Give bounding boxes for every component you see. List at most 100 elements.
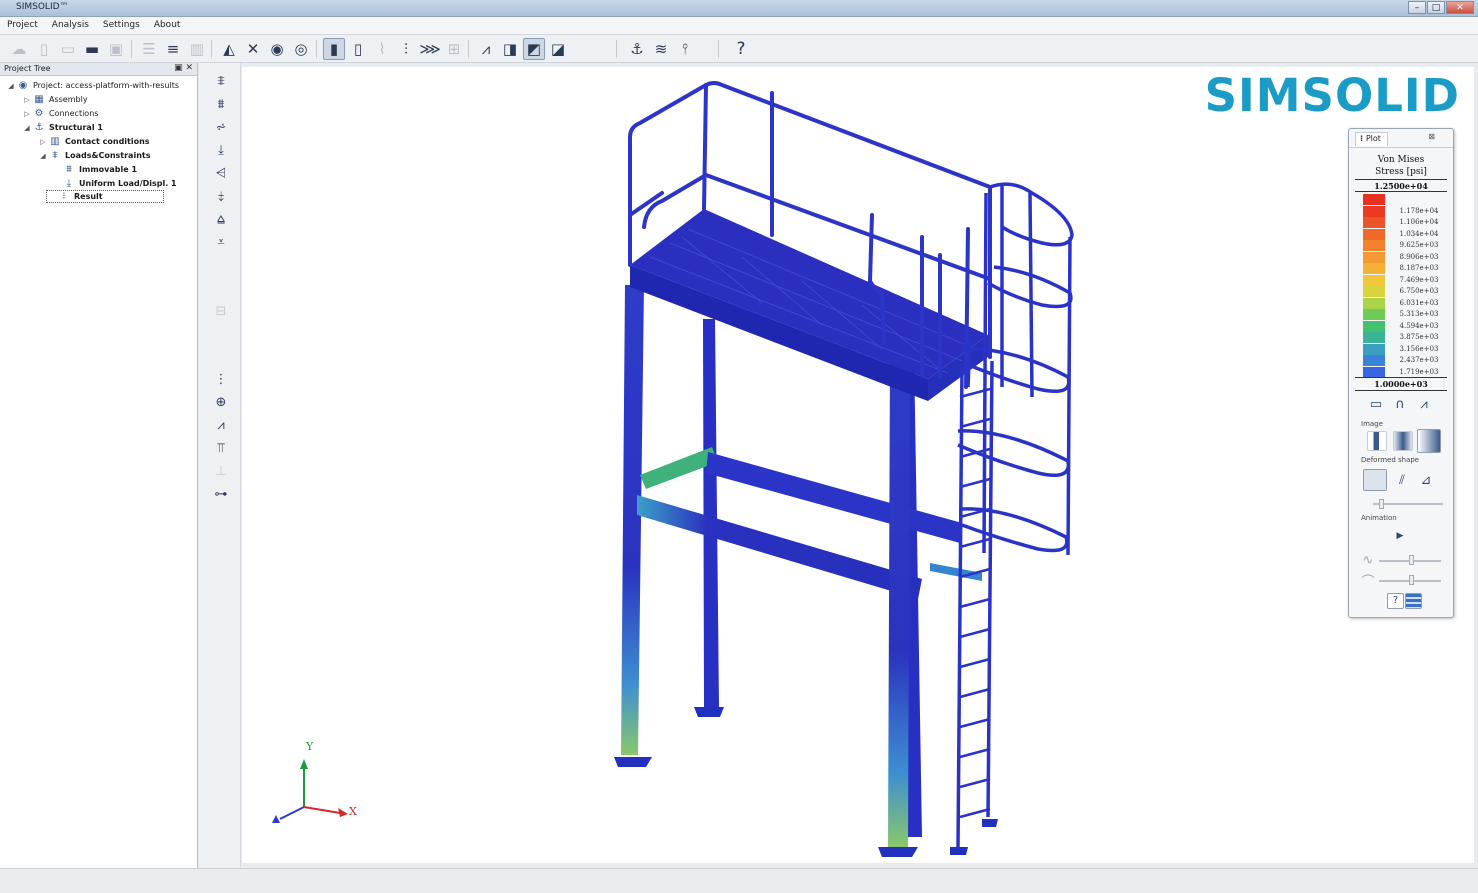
- spring-icon[interactable]: ⌇: [371, 38, 393, 60]
- legend-value-label: 9.625e+03: [1399, 241, 1439, 249]
- expander-icon[interactable]: ▷: [22, 96, 32, 104]
- banded-image-icon[interactable]: [1393, 431, 1413, 451]
- probe-icon[interactable]: ⊕: [211, 392, 231, 412]
- expander-icon[interactable]: ◢: [38, 152, 48, 160]
- section-edit-icon[interactable]: ◪: [547, 38, 569, 60]
- gravity-icon[interactable]: ⤈: [211, 186, 231, 206]
- anchor-icon[interactable]: ⚓: [626, 38, 648, 60]
- hide-icon[interactable]: ✕: [242, 38, 264, 60]
- project-tree-header: Project Tree ▣ ✕: [0, 63, 197, 76]
- bolt-icon[interactable]: ⊞: [443, 38, 465, 60]
- undeformed-shape-icon[interactable]: [1363, 469, 1387, 491]
- plot-settings-button[interactable]: [1405, 593, 1422, 609]
- result-type-title[interactable]: Von Mises Stress [psi]: [1355, 154, 1447, 178]
- connections-icon: ⚙: [34, 108, 44, 119]
- mesh-view-icon[interactable]: ▮: [323, 38, 345, 60]
- smooth-image-icon[interactable]: [1367, 431, 1387, 451]
- list-lines-icon[interactable]: ≡: [162, 38, 184, 60]
- force-icon[interactable]: ⤓: [211, 140, 231, 160]
- spring-support-icon[interactable]: ⩨: [211, 71, 231, 91]
- deformation-scale-thumb[interactable]: [1379, 499, 1384, 509]
- tree-item[interactable]: ◢ ⩨ Loads&Constraints: [38, 149, 150, 162]
- measure-icon[interactable]: ⩘: [475, 38, 497, 60]
- help-button[interactable]: ?: [730, 38, 752, 60]
- loads-icon: ⩨: [52, 150, 58, 161]
- ruler-icon[interactable]: ▭: [1367, 395, 1385, 413]
- magnet-icon[interactable]: ∩: [1391, 395, 1409, 413]
- open-folder-icon[interactable]: ▬: [81, 38, 103, 60]
- legend-max-value[interactable]: 1.2500e+04: [1355, 181, 1447, 191]
- plot-help-button[interactable]: ?: [1387, 593, 1404, 609]
- weld-icon[interactable]: ⋙: [419, 38, 441, 60]
- close-window-button[interactable]: ✕: [1446, 1, 1474, 14]
- section-icon[interactable]: ◨: [499, 38, 521, 60]
- outline-view-icon[interactable]: ▯: [347, 38, 369, 60]
- tree-item[interactable]: ▷ ⚙ Connections: [22, 107, 98, 120]
- tree-item[interactable]: ◢ ⚓ Structural 1: [22, 121, 103, 134]
- tree-item[interactable]: ⤓ Uniform Load/Displ. 1: [52, 177, 177, 190]
- pressure-icon[interactable]: ⩫: [211, 117, 231, 137]
- maximize-button[interactable]: □: [1427, 1, 1445, 14]
- expander-icon[interactable]: ▷: [38, 138, 48, 146]
- expander-icon[interactable]: ▷: [22, 110, 32, 118]
- tree-item-label: Assembly: [49, 95, 88, 104]
- legend-color-band: [1363, 240, 1385, 251]
- deformed-shape-label: Deformed shape: [1361, 456, 1420, 464]
- new-project-icon[interactable]: ▯: [33, 38, 55, 60]
- minimize-button[interactable]: –: [1408, 1, 1426, 14]
- datum-icon[interactable]: ⊶: [211, 484, 231, 504]
- reaction-icon[interactable]: ⫪: [211, 438, 231, 458]
- eye-icon[interactable]: ◉: [266, 38, 288, 60]
- tree-item-label: Result: [74, 192, 103, 201]
- select-parts-icon[interactable]: ◭: [218, 38, 240, 60]
- open-project-icon[interactable]: ▭: [57, 38, 79, 60]
- stiffness-icon[interactable]: ≋: [650, 38, 672, 60]
- thermal-load-icon[interactable]: ⩠: [211, 209, 231, 229]
- contact-icon: ▥: [50, 136, 60, 147]
- tree-item[interactable]: ⁝ Result: [46, 190, 164, 203]
- graph-icon[interactable]: ⩘: [211, 415, 231, 435]
- menu-bar: Project Analysis Settings About: [0, 17, 1478, 35]
- connector-icon[interactable]: ⫶: [395, 38, 417, 60]
- legend-min-value[interactable]: 1.0000e+03: [1355, 379, 1447, 389]
- list-icon[interactable]: ☰: [138, 38, 160, 60]
- panel-float-close-icons[interactable]: ▣ ✕: [174, 63, 193, 73]
- deformed-shape-icon[interactable]: ⫽: [1393, 471, 1411, 489]
- play-animation-button[interactable]: ▶: [1391, 527, 1409, 545]
- bolt-result-icon[interactable]: ⊥: [211, 461, 231, 481]
- grid-icon[interactable]: ▥: [186, 38, 208, 60]
- menu-settings[interactable]: Settings: [96, 17, 147, 34]
- tree-item[interactable]: ◢ ◉ Project: access-platform-with-results: [6, 79, 179, 92]
- menu-project[interactable]: Project: [0, 17, 45, 34]
- tree-item[interactable]: ▷ ▥ Contact conditions: [38, 135, 149, 148]
- moment-icon[interactable]: ⩤: [211, 163, 231, 183]
- axis-triad: [272, 759, 348, 823]
- thermal-icon[interactable]: ⫯: [674, 38, 696, 60]
- plot-close-icon[interactable]: ⊠: [1428, 132, 1435, 141]
- expander-icon[interactable]: ◢: [6, 82, 16, 90]
- legend-color-band: [1363, 251, 1385, 263]
- animation-frames-thumb[interactable]: [1409, 555, 1414, 565]
- section-cut-icon[interactable]: ◩: [523, 38, 545, 60]
- tree-item[interactable]: ⩩ Immovable 1: [52, 163, 137, 176]
- gradient-image-icon[interactable]: [1417, 429, 1441, 453]
- plot-tab[interactable]: ⁝ Plot: [1355, 132, 1388, 146]
- cloud-icon[interactable]: ☁: [8, 38, 30, 60]
- save-icon[interactable]: ▣: [105, 38, 127, 60]
- expander-icon[interactable]: ◢: [22, 124, 32, 132]
- 3d-viewport[interactable]: SIMSOLID Y X: [242, 67, 1474, 863]
- animation-speed-thumb[interactable]: [1409, 575, 1414, 585]
- deformed-overlay-icon[interactable]: ⊿: [1417, 471, 1435, 489]
- menu-analysis[interactable]: Analysis: [45, 17, 96, 34]
- remote-load-icon[interactable]: ⊟: [211, 301, 231, 321]
- tree-item-label: Loads&Constraints: [65, 151, 151, 160]
- legend-color-band: [1363, 332, 1385, 343]
- bearing-load-icon[interactable]: ⩡: [211, 232, 231, 252]
- menu-about[interactable]: About: [147, 17, 188, 34]
- legend-color-band: [1363, 228, 1385, 240]
- peak-icon[interactable]: ⩘: [1415, 395, 1433, 413]
- tree-item[interactable]: ▷ ▦ Assembly: [22, 93, 88, 106]
- result-plot-icon[interactable]: ⋮: [211, 369, 231, 389]
- show-all-icon[interactable]: ◎: [290, 38, 312, 60]
- displacement-icon[interactable]: ⩩: [211, 94, 231, 114]
